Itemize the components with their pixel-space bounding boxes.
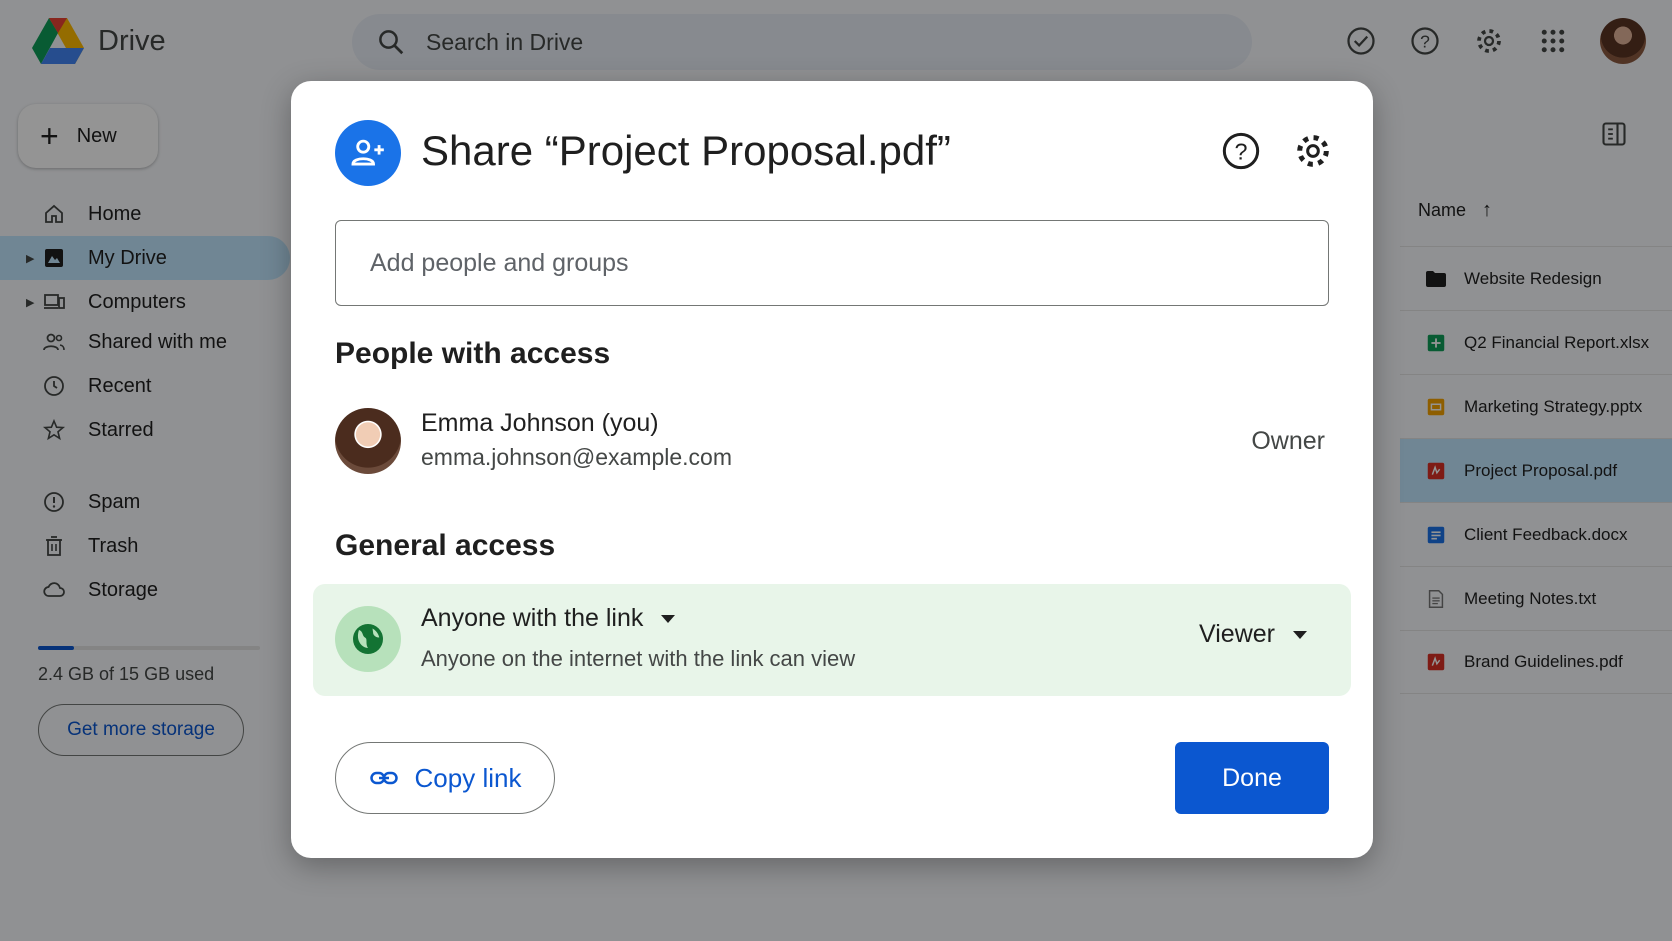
svg-text:?: ?	[1235, 138, 1248, 164]
copy-link-button[interactable]: Copy link	[335, 742, 555, 814]
dropdown-arrow-icon	[1293, 630, 1307, 639]
person-add-icon	[351, 139, 384, 166]
share-person-add-badge	[335, 120, 401, 186]
dropdown-arrow-icon	[661, 614, 676, 623]
link-icon	[369, 771, 398, 785]
globe-icon	[353, 624, 383, 654]
general-access-row: Anyone with the link Anyone on the inter…	[313, 584, 1351, 696]
add-people-input[interactable]	[335, 220, 1329, 306]
access-type-dropdown[interactable]: Anyone with the link	[421, 604, 676, 633]
access-role-label: Viewer	[1199, 620, 1275, 648]
person-email: emma.johnson@example.com	[421, 444, 732, 470]
done-button[interactable]: Done	[1175, 742, 1329, 814]
general-access-heading: General access	[335, 529, 556, 562]
dialog-help-icon[interactable]: ?	[1221, 131, 1261, 171]
globe-badge	[335, 606, 401, 672]
person-avatar	[335, 408, 401, 474]
dialog-settings-gear-icon[interactable]	[1293, 131, 1333, 171]
access-role-dropdown[interactable]: Viewer	[1199, 620, 1307, 649]
dialog-title: Share “Project Proposal.pdf”	[421, 127, 951, 174]
person-role: Owner	[1251, 427, 1325, 455]
copy-link-label: Copy link	[414, 762, 522, 793]
access-type-label: Anyone with the link	[421, 604, 644, 632]
people-with-access-heading: People with access	[335, 337, 611, 370]
share-dialog: Share “Project Proposal.pdf” ? People wi…	[291, 81, 1373, 858]
access-description: Anyone on the internet with the link can…	[421, 646, 856, 671]
person-name: Emma Johnson (you)	[421, 409, 659, 437]
